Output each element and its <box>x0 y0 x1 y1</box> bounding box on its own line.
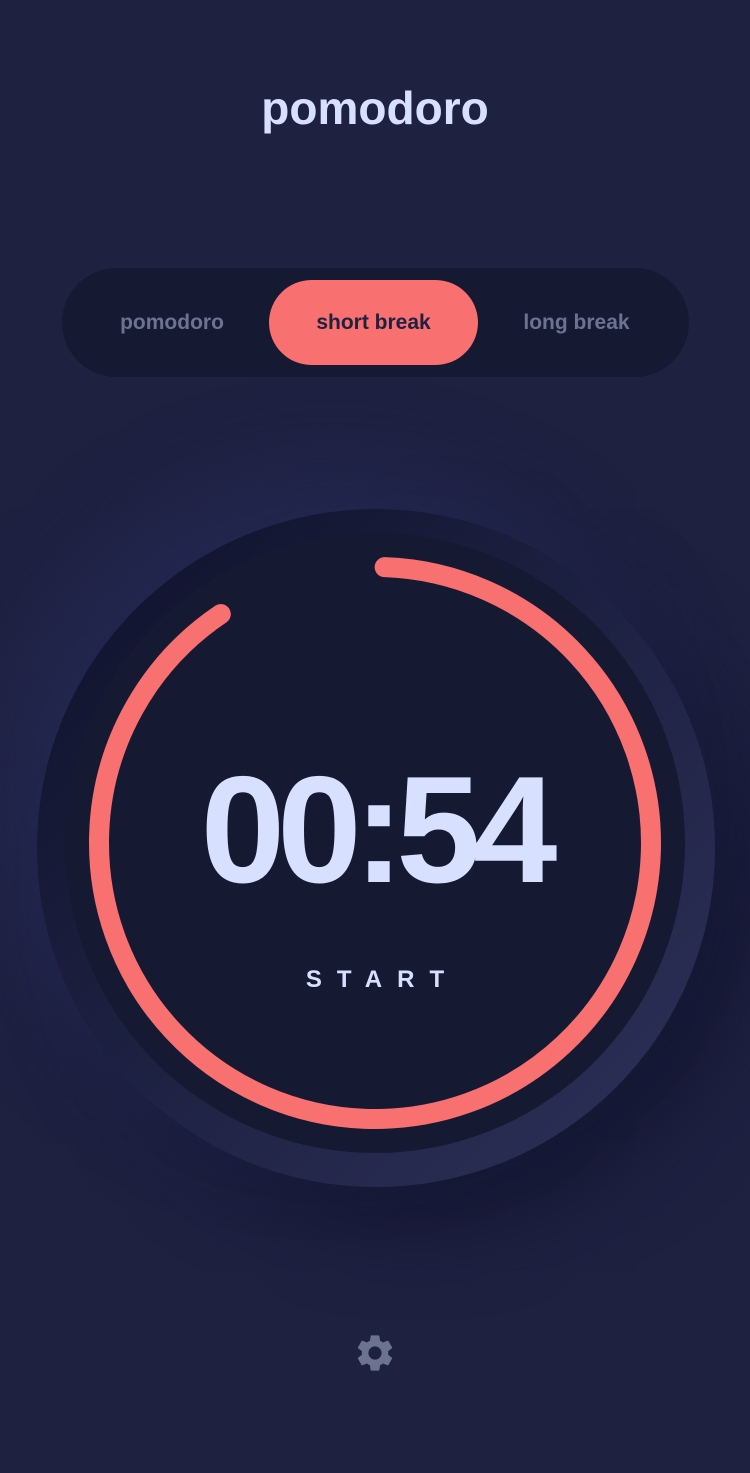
start-button[interactable]: START <box>225 960 525 1000</box>
app-title: pomodoro <box>261 82 489 134</box>
mode-tabs: pomodoro short break long break <box>62 268 689 377</box>
time-display: 00:54 <box>200 745 558 915</box>
tab-pomodoro[interactable]: pomodoro <box>72 280 272 365</box>
tab-long-break[interactable]: long break <box>474 280 679 365</box>
tab-short-break[interactable]: short break <box>269 280 478 365</box>
gear-icon[interactable] <box>353 1331 397 1375</box>
